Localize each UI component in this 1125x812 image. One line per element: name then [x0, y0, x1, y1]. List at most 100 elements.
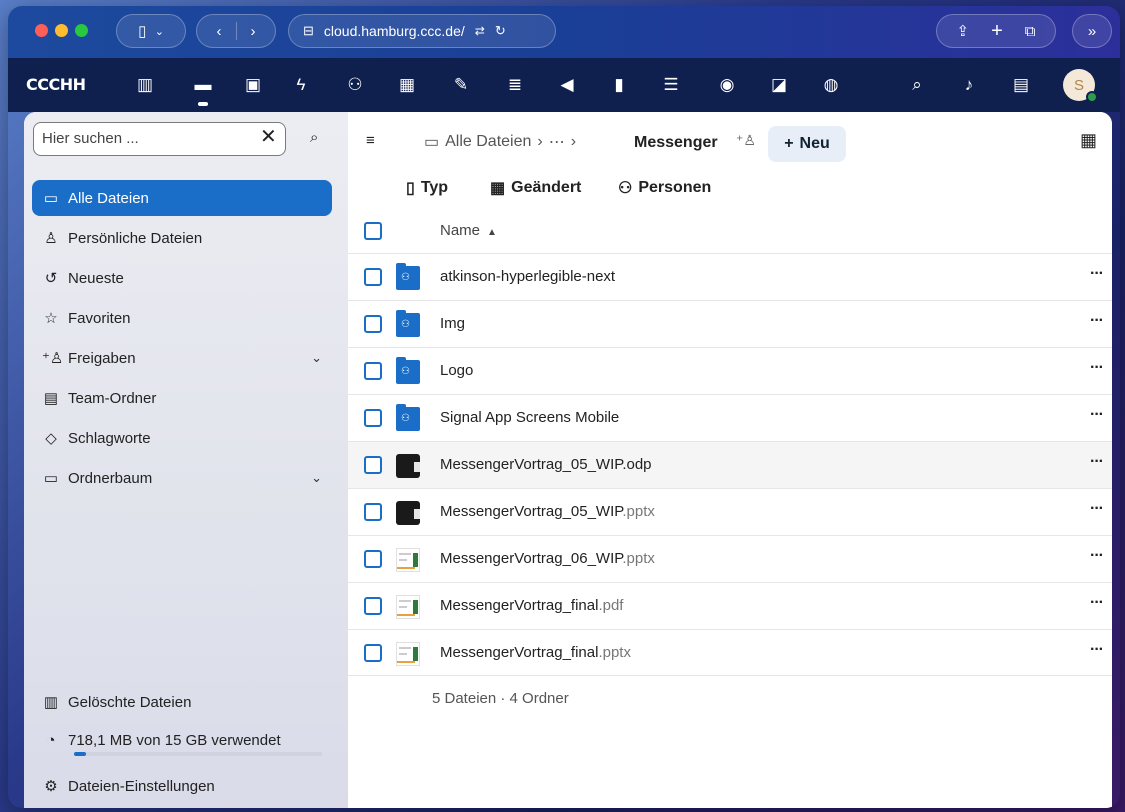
more-actions-icon[interactable]: ···: [1090, 265, 1104, 283]
file-name[interactable]: MessengerVortrag_06_WIP.pptx: [440, 550, 655, 567]
share-folder-icon[interactable]: ⁺♙: [736, 132, 756, 149]
breadcrumb-more[interactable]: ⋯: [549, 132, 565, 152]
activity-icon[interactable]: ϟ: [288, 72, 314, 98]
table-row[interactable]: MessengerVortrag_final.pptx ···: [348, 629, 1112, 676]
file-name[interactable]: Signal App Screens Mobile: [440, 409, 619, 426]
filter-people[interactable]: ⚇ Personen: [618, 178, 711, 198]
name-column-header[interactable]: Name ▲: [440, 222, 497, 239]
sidebar-item-team-ordner[interactable]: ▤ Team-Ordner: [32, 380, 332, 416]
forms-icon[interactable]: ◪: [766, 72, 792, 98]
logo[interactable]: CCCHH: [26, 75, 86, 94]
search-input[interactable]: Hier suchen ...: [33, 122, 286, 156]
row-checkbox[interactable]: [364, 409, 382, 427]
deck-icon[interactable]: ≣: [502, 72, 528, 98]
more-actions-icon[interactable]: ···: [1090, 641, 1104, 659]
extensions-button[interactable]: »: [1072, 14, 1112, 48]
file-name[interactable]: Logo: [440, 362, 473, 379]
more-actions-icon[interactable]: ···: [1090, 594, 1104, 612]
breadcrumb-root[interactable]: Alle Dateien: [445, 133, 531, 151]
row-checkbox[interactable]: [364, 550, 382, 568]
breadcrumb-current[interactable]: Messenger: [634, 134, 718, 152]
sidebar-item-schlagworte[interactable]: ◇ Schlagworte: [32, 420, 332, 456]
calendar-icon[interactable]: ▦: [394, 72, 420, 98]
notes-icon[interactable]: ✎: [448, 72, 474, 98]
file-name[interactable]: Img: [440, 315, 465, 332]
sidebar-item-label: Gelöschte Dateien: [68, 693, 192, 711]
sidebar-item-ordnerbaum[interactable]: ▭ Ordnerbaum ⌄: [32, 460, 332, 496]
sidebar-item-settings[interactable]: ⚙ Dateien-Einstellungen: [32, 768, 332, 804]
tasks-icon[interactable]: ☰: [658, 72, 684, 98]
sidebar-item-favoriten[interactable]: ☆ Favoriten: [32, 300, 332, 336]
close-window-button[interactable]: [35, 24, 48, 37]
minimize-window-button[interactable]: [55, 24, 68, 37]
file-name[interactable]: MessengerVortrag_05_WIP.odp: [440, 456, 652, 473]
more-actions-icon[interactable]: ···: [1090, 312, 1104, 330]
file-name[interactable]: MessengerVortrag_05_WIP.pptx: [440, 503, 655, 520]
sidebar-item-freigaben[interactable]: ⁺♙ Freigaben ⌄: [32, 340, 332, 376]
zoom-window-button[interactable]: [75, 24, 88, 37]
more-actions-icon[interactable]: ···: [1090, 406, 1104, 424]
tabs-icon[interactable]: ⧉: [1025, 23, 1036, 40]
row-checkbox[interactable]: [364, 644, 382, 662]
sidebar-item-neueste[interactable]: ↺ Neueste: [32, 260, 332, 296]
analytics-icon[interactable]: ▮: [606, 72, 632, 98]
file-name[interactable]: atkinson-hyperlegible-next: [440, 268, 615, 285]
translate-icon[interactable]: ⇄: [475, 24, 485, 38]
dashboard-icon[interactable]: ▥: [132, 72, 158, 98]
sidebar-item-persoenliche-dateien[interactable]: ♙ Persönliche Dateien: [32, 220, 332, 256]
grid-view-icon[interactable]: ▦: [1080, 130, 1097, 151]
row-checkbox[interactable]: [364, 268, 382, 286]
history-nav: ‹ ›: [196, 14, 276, 48]
announcements-icon[interactable]: ◀: [554, 72, 580, 98]
table-row[interactable]: MessengerVortrag_06_WIP.pptx ···: [348, 535, 1112, 582]
document-thumbnail-icon: [396, 595, 420, 619]
contacts-icon[interactable]: ⚇: [342, 72, 368, 98]
file-name[interactable]: MessengerVortrag_final.pdf: [440, 597, 623, 614]
new-button[interactable]: + Neu: [768, 126, 846, 162]
back-icon[interactable]: ‹: [217, 23, 222, 40]
close-icon[interactable]: ✕: [260, 124, 277, 149]
photos-icon[interactable]: ▣: [240, 72, 266, 98]
search-icon[interactable]: ⌕: [904, 72, 930, 98]
contacts-menu-icon[interactable]: ▤: [1008, 72, 1034, 98]
filter-type[interactable]: ▯ Typ: [406, 178, 448, 198]
forward-icon[interactable]: ›: [251, 23, 256, 40]
sort-ascending-icon: ▲: [484, 227, 497, 238]
search-icon[interactable]: ⌕: [310, 129, 318, 146]
toggle-navigation-icon[interactable]: ≡: [366, 132, 375, 149]
share-icon[interactable]: ⇪: [957, 22, 970, 40]
more-actions-icon[interactable]: ···: [1090, 500, 1104, 518]
more-actions-icon[interactable]: ···: [1090, 359, 1104, 377]
row-checkbox[interactable]: [364, 315, 382, 333]
talk-icon[interactable]: ◉: [714, 72, 740, 98]
notifications-icon[interactable]: ♪: [956, 72, 982, 98]
sidebar-toggle-button[interactable]: ▯ ⌄: [116, 14, 186, 48]
row-checkbox[interactable]: [364, 456, 382, 474]
sidebar-item-alle-dateien[interactable]: ▭ Alle Dateien: [32, 180, 332, 216]
table-row[interactable]: ⚇ atkinson-hyperlegible-next ···: [348, 253, 1112, 300]
row-checkbox[interactable]: [364, 362, 382, 380]
table-row[interactable]: ⚇ Img ···: [348, 300, 1112, 347]
sidebar-item-geloeschte-dateien[interactable]: ▥ Gelöschte Dateien: [32, 684, 332, 720]
row-checkbox[interactable]: [364, 597, 382, 615]
browser-actions: ⇪ + ⧉: [936, 14, 1056, 48]
passwords-icon[interactable]: ◍: [818, 72, 844, 98]
more-actions-icon[interactable]: ···: [1090, 547, 1104, 565]
select-all-checkbox[interactable]: [364, 222, 382, 240]
more-actions-icon[interactable]: ···: [1090, 453, 1104, 471]
chevron-down-icon[interactable]: ⌄: [311, 470, 322, 486]
table-row[interactable]: MessengerVortrag_final.pdf ···: [348, 582, 1112, 629]
chevron-down-icon[interactable]: ⌄: [311, 350, 322, 366]
files-icon[interactable]: ▬: [190, 72, 216, 98]
file-name[interactable]: MessengerVortrag_final.pptx: [440, 644, 631, 661]
table-row[interactable]: MessengerVortrag_05_WIP.odp ···: [348, 441, 1112, 488]
table-row[interactable]: MessengerVortrag_05_WIP.pptx ···: [348, 488, 1112, 535]
row-checkbox[interactable]: [364, 503, 382, 521]
table-row[interactable]: ⚇ Logo ···: [348, 347, 1112, 394]
extensions-icon: »: [1087, 22, 1097, 40]
new-tab-icon[interactable]: +: [991, 20, 1003, 43]
table-row[interactable]: ⚇ Signal App Screens Mobile ···: [348, 394, 1112, 441]
filter-modified[interactable]: ▦ Geändert: [490, 178, 581, 198]
reload-icon[interactable]: ↻: [495, 23, 506, 39]
address-bar[interactable]: ⊟ cloud.hamburg.ccc.de/ ⇄ ↻: [288, 14, 556, 48]
